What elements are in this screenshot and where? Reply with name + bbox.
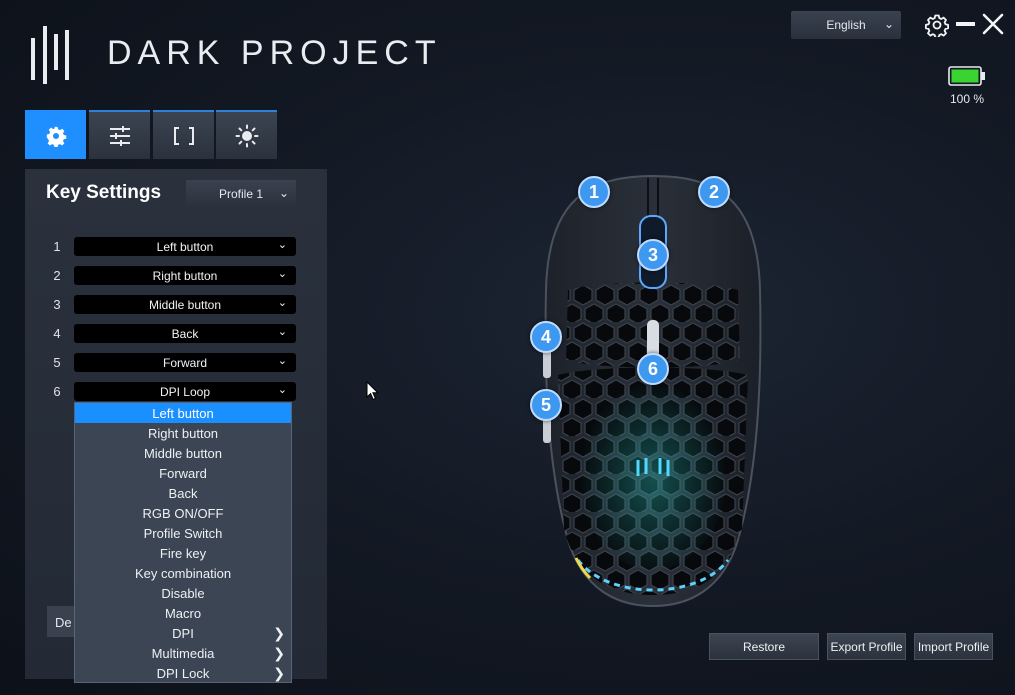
dropdown-option-label: Right button xyxy=(147,425,219,441)
key-number: 6 xyxy=(53,384,61,399)
key-2-select[interactable]: Right button ⌄ xyxy=(74,266,296,285)
chevron-down-icon: ⌄ xyxy=(277,384,287,396)
dropdown-option[interactable]: Disable xyxy=(75,583,291,603)
key-number: 5 xyxy=(53,355,61,370)
panel-title: Key Settings xyxy=(46,182,162,203)
chevron-down-icon: ⌄ xyxy=(277,297,287,309)
sun-icon xyxy=(235,124,258,147)
chevron-down-icon: ⌄ xyxy=(277,326,287,338)
key-6-select[interactable]: DPI Loop ⌄ xyxy=(74,382,296,401)
dropdown-option[interactable]: Fire key xyxy=(75,543,291,563)
import-profile-button[interactable]: Import Profile xyxy=(914,633,993,660)
tab-key-settings[interactable] xyxy=(25,110,86,159)
dropdown-option-label: Middle button xyxy=(143,445,223,461)
chevron-right-icon: ❯ xyxy=(273,665,285,681)
key-5-select[interactable]: Forward ⌄ xyxy=(74,353,296,372)
key-number: 4 xyxy=(53,326,61,341)
chevron-down-icon: ⌄ xyxy=(883,17,894,31)
chevron-down-icon: ⌄ xyxy=(278,186,289,200)
mouse-pointer-icon xyxy=(366,381,380,401)
key-6-value: DPI Loop xyxy=(159,384,211,399)
callout-1[interactable]: 1 xyxy=(578,176,610,208)
dropdown-option[interactable]: Multimedia ❯ xyxy=(75,643,291,663)
key-5-value: Forward xyxy=(162,355,207,370)
key-2-value: Right button xyxy=(152,268,218,283)
dropdown-option-label: Fire key xyxy=(159,545,207,561)
brand-name: DARK PROJECT xyxy=(107,34,442,72)
dropdown-option[interactable]: Right button xyxy=(75,423,291,443)
key-1-value: Left button xyxy=(156,239,214,254)
profile-value: Profile 1 xyxy=(218,187,264,201)
chevron-down-icon: ⌄ xyxy=(277,355,287,367)
dropdown-option[interactable]: DPI ❯ xyxy=(75,623,291,643)
key-4-value: Back xyxy=(171,326,199,341)
dropdown-option[interactable]: DPI Lock ❯ xyxy=(75,663,291,683)
key-number: 2 xyxy=(53,268,61,283)
dropdown-option-label: Key combination xyxy=(134,565,232,581)
sliders-icon xyxy=(109,125,130,146)
language-select[interactable]: English ⌄ xyxy=(791,11,901,39)
callout-2[interactable]: 2 xyxy=(698,176,730,208)
key-1-select[interactable]: Left button ⌄ xyxy=(74,237,296,256)
key-4-select[interactable]: Back ⌄ xyxy=(74,324,296,343)
callout-4[interactable]: 4 xyxy=(530,321,562,353)
minimize-icon[interactable] xyxy=(956,22,975,26)
tab-performance[interactable] xyxy=(89,110,150,159)
dropdown-option[interactable]: Profile Switch xyxy=(75,523,291,543)
dropdown-option[interactable]: RGB ON/OFF xyxy=(75,503,291,523)
chevron-down-icon: ⌄ xyxy=(277,268,287,280)
mouse-illustration xyxy=(543,174,762,608)
brand-logo-mark xyxy=(28,26,84,84)
close-icon[interactable] xyxy=(982,13,1004,35)
callout-6[interactable]: 6 xyxy=(637,353,669,385)
callout-3[interactable]: 3 xyxy=(637,239,669,271)
tab-lighting[interactable] xyxy=(216,110,277,159)
dropdown-option[interactable]: Macro xyxy=(75,603,291,623)
dropdown-option[interactable]: Back xyxy=(75,483,291,503)
dropdown-option-label: Macro xyxy=(164,605,202,621)
callout-5[interactable]: 5 xyxy=(530,389,562,421)
tab-macro[interactable] xyxy=(153,110,214,159)
dropdown-option-label: Left button xyxy=(152,405,214,421)
key-function-dropdown: Left button Right button Middle button Forw… xyxy=(74,402,292,683)
battery-percentage: 100 % xyxy=(949,92,985,106)
dropdown-option[interactable]: Middle button xyxy=(75,443,291,463)
key-number: 3 xyxy=(53,297,61,312)
dropdown-option[interactable]: Forward xyxy=(75,463,291,483)
dropdown-option-label: DPI xyxy=(172,625,194,641)
restore-button[interactable]: Restore xyxy=(709,633,819,660)
dropdown-option-label: RGB ON/OFF xyxy=(142,505,224,521)
language-value: English xyxy=(826,18,866,32)
brackets-icon xyxy=(173,126,194,145)
key-number: 1 xyxy=(53,239,61,254)
default-button[interactable]: De xyxy=(47,606,77,637)
dropdown-option-label: DPI Lock xyxy=(156,665,210,681)
chevron-right-icon: ❯ xyxy=(273,645,285,661)
dropdown-option[interactable]: Key combination xyxy=(75,563,291,583)
dropdown-option-label: Back xyxy=(168,485,198,501)
key-3-value: Middle button xyxy=(148,297,222,312)
dropdown-option-label: Profile Switch xyxy=(143,525,223,541)
chevron-down-icon: ⌄ xyxy=(277,239,287,251)
dropdown-option-label: Forward xyxy=(159,465,207,481)
battery-icon xyxy=(948,66,985,86)
dropdown-option-label: Multimedia xyxy=(151,645,215,661)
export-profile-button[interactable]: Export Profile xyxy=(827,633,906,660)
profile-select[interactable]: Profile 1 ⌄ xyxy=(186,180,296,208)
dropdown-option-label: Disable xyxy=(161,585,205,601)
key-3-select[interactable]: Middle button ⌄ xyxy=(74,295,296,314)
dropdown-option[interactable]: Left button xyxy=(75,403,291,423)
chevron-right-icon: ❯ xyxy=(273,625,285,641)
gear-icon xyxy=(46,126,66,147)
gear-icon[interactable] xyxy=(925,13,949,37)
